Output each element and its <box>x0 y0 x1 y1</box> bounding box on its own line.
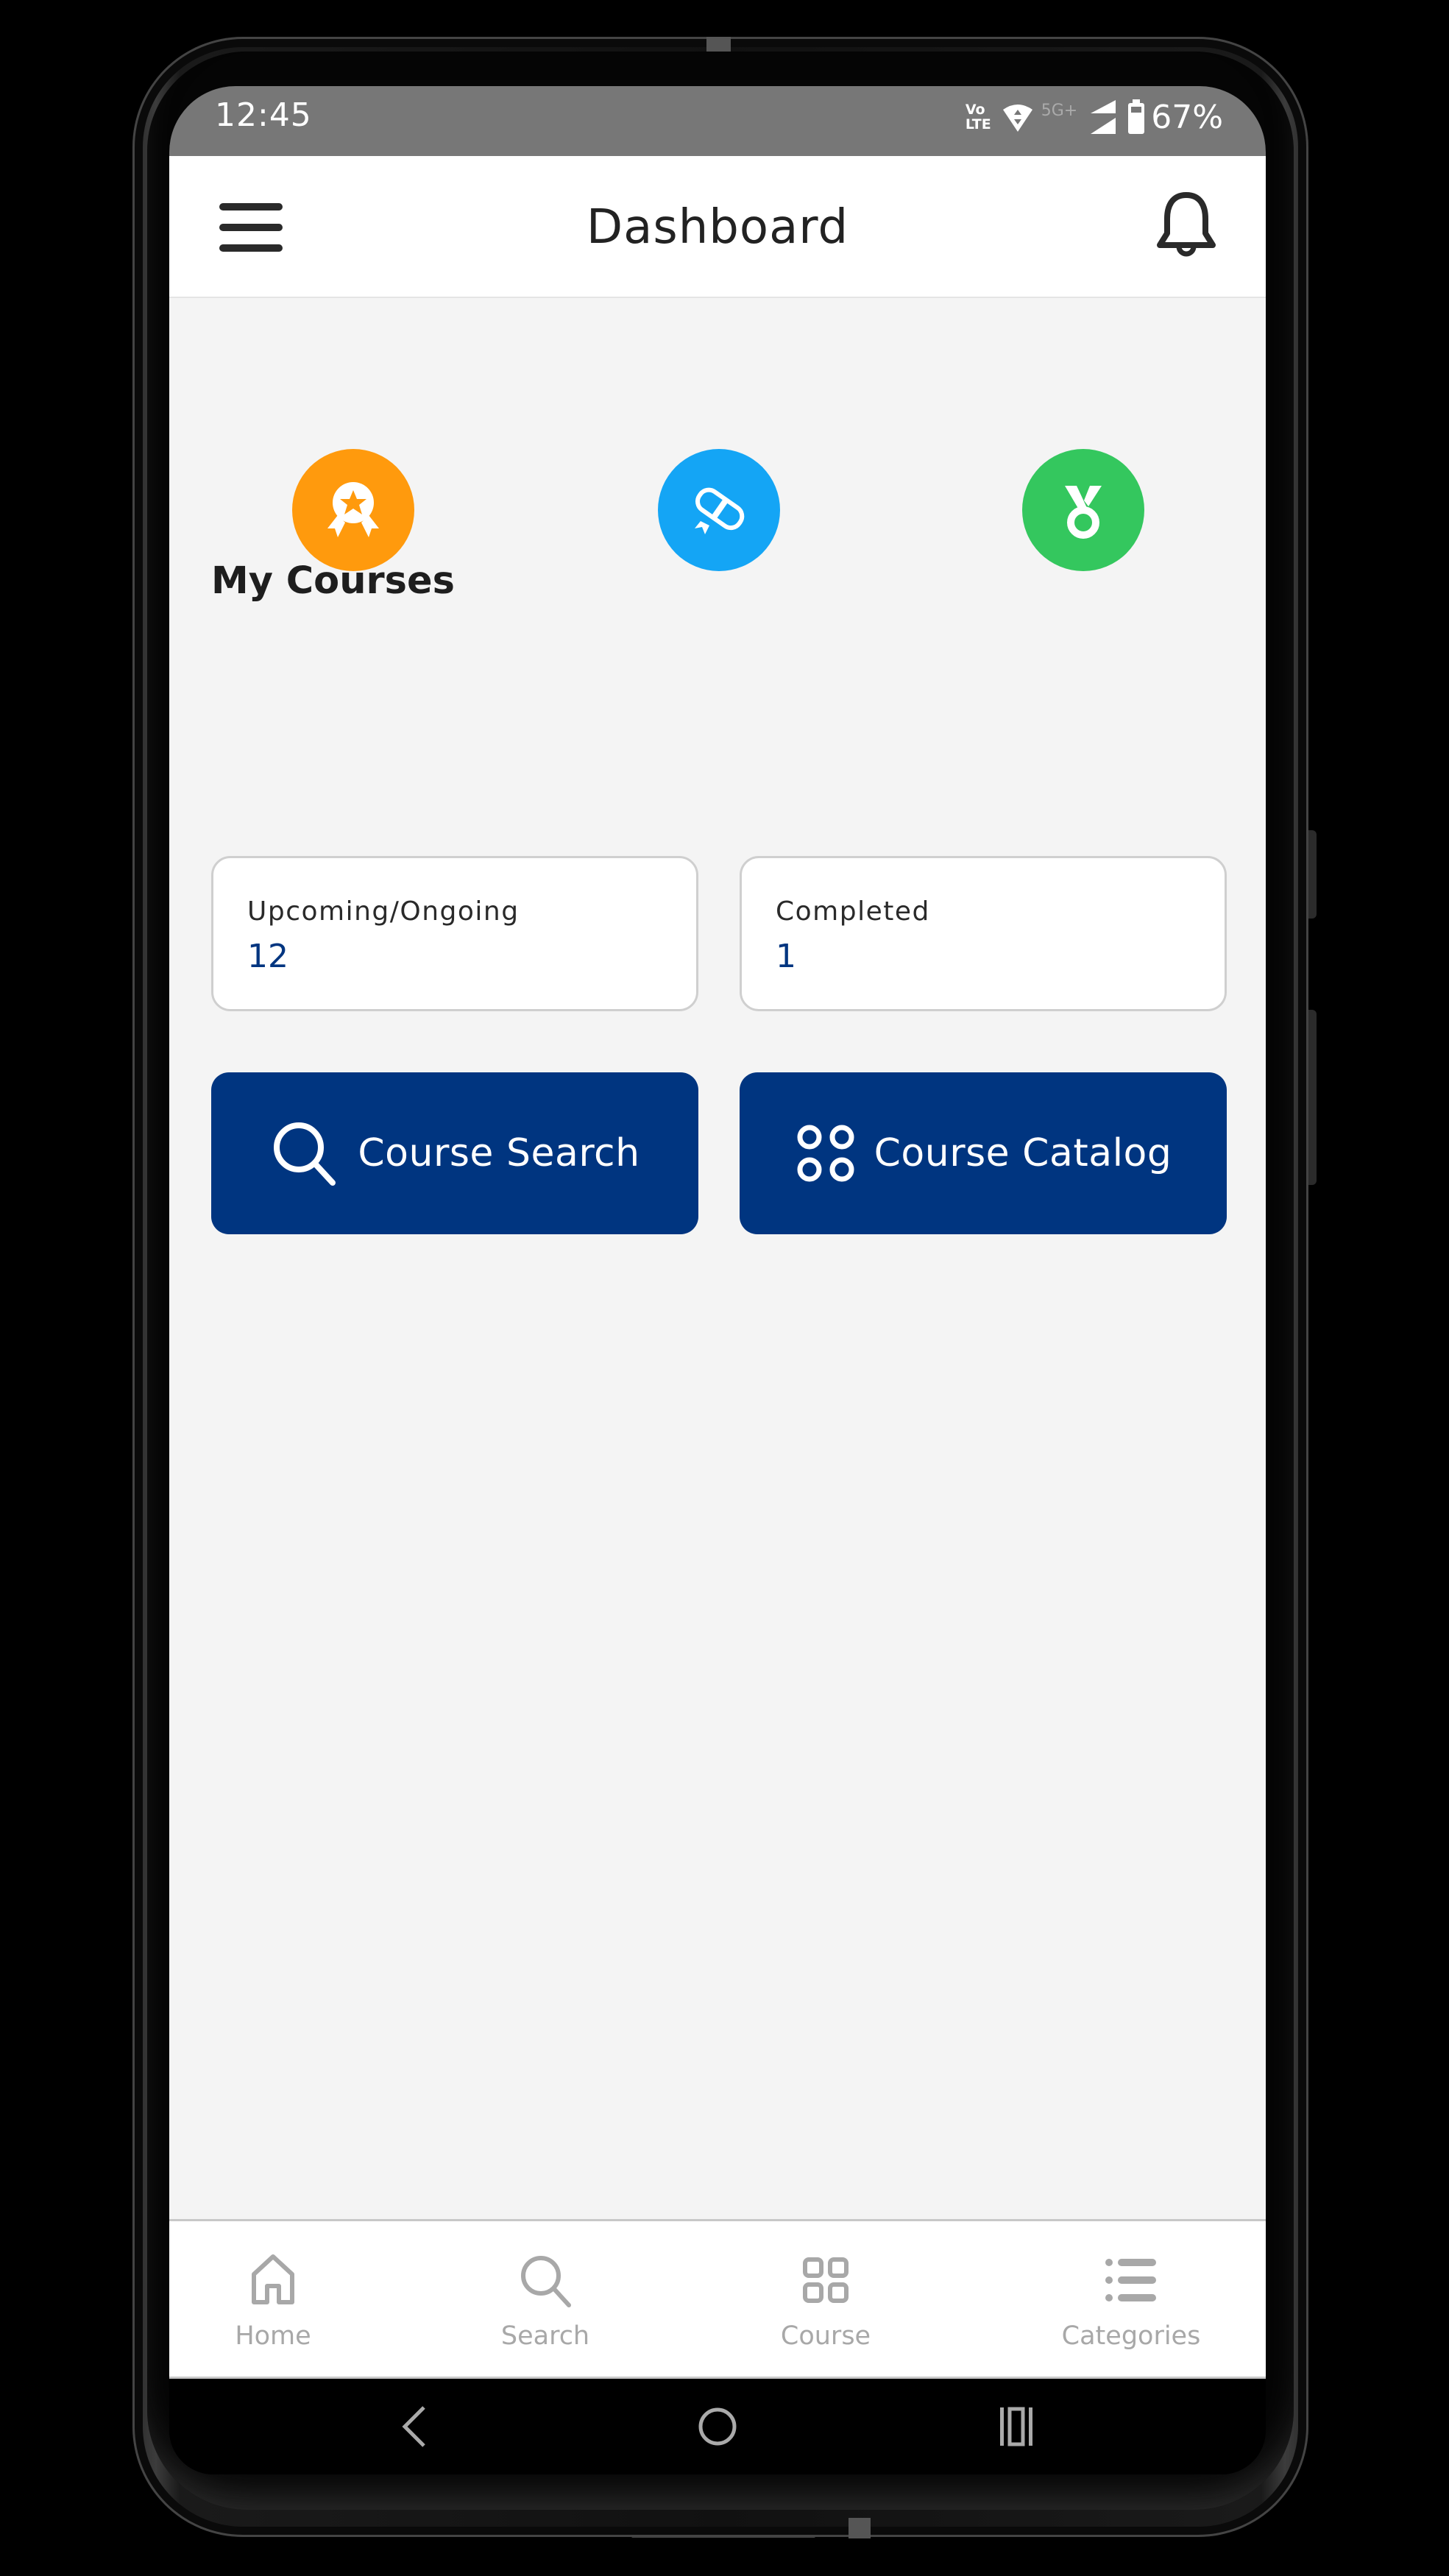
award-badge[interactable] <box>292 449 414 571</box>
stat-label: Upcoming/Ongoing <box>247 896 520 927</box>
network-type: 5G+ <box>1041 101 1078 120</box>
recents-icon <box>1000 2407 1032 2446</box>
medal-badge[interactable] <box>1022 449 1144 571</box>
volte-label-bottom: LTE <box>965 116 991 132</box>
bell-icon <box>1157 192 1216 257</box>
system-home-button[interactable] <box>681 2401 754 2452</box>
system-recents-button[interactable] <box>981 2401 1055 2452</box>
battery-icon <box>1128 99 1145 134</box>
nav-label: Search <box>500 2321 590 2351</box>
signal-icon <box>1091 100 1116 134</box>
phone-volume-button <box>1308 830 1317 919</box>
battery-percent: 67% <box>1151 98 1223 136</box>
search-icon <box>521 2256 571 2307</box>
grid-icon <box>803 2257 849 2303</box>
upcoming-ongoing-card[interactable]: Upcoming/Ongoing 12 <box>211 856 698 1011</box>
home-circle-icon <box>698 2407 737 2446</box>
wifi-icon <box>1002 105 1032 132</box>
system-navigation-bar <box>169 2379 1266 2474</box>
course-catalog-label: Course Catalog <box>874 1131 1172 1175</box>
bottom-navigation: Home Search Course Categories <box>169 2219 1266 2379</box>
phone-bottom-port <box>849 2518 871 2538</box>
system-back-button[interactable] <box>377 2401 450 2452</box>
notification-button[interactable] <box>1151 189 1222 263</box>
phone-top-sensor <box>706 37 731 52</box>
stat-value: 1 <box>776 938 796 975</box>
nav-label: Categories <box>1061 2321 1201 2351</box>
catalog-grid-icon <box>797 1125 854 1182</box>
list-icon <box>1105 2259 1156 2301</box>
award-ribbon-icon <box>327 482 379 537</box>
my-courses-heading: My Courses <box>211 559 455 603</box>
phone-bottom-speaker <box>631 2535 815 2538</box>
nav-item-categories[interactable]: Categories <box>1035 2251 1227 2351</box>
phone-screen: 12:45 Vo LTE 5G+ 67% Dashboard My Course… <box>169 86 1266 2474</box>
search-icon <box>274 1122 336 1186</box>
course-search-label: Course Search <box>358 1131 640 1175</box>
dashboard-content: My Courses Upcoming/Ongoing 12 Completed… <box>169 298 1266 2219</box>
stat-value: 12 <box>247 938 288 975</box>
status-time: 12:45 <box>215 96 312 134</box>
status-icons: Vo LTE 5G+ 67% <box>966 95 1223 139</box>
course-catalog-button[interactable]: Course Catalog <box>740 1072 1227 1234</box>
medal-icon <box>1065 486 1102 539</box>
status-bar: 12:45 Vo LTE 5G+ 67% <box>169 86 1266 156</box>
page-title: Dashboard <box>586 200 849 255</box>
nav-label: Home <box>235 2321 311 2351</box>
phone-power-button <box>1308 1010 1317 1185</box>
diploma-scroll-icon <box>695 487 745 534</box>
certificate-badge[interactable] <box>658 449 780 571</box>
volte-label-top: Vo <box>965 102 985 118</box>
completed-card[interactable]: Completed 1 <box>740 856 1227 1011</box>
volte-icon: Vo LTE <box>966 102 991 132</box>
stat-label: Completed <box>776 896 930 927</box>
app-header: Dashboard <box>169 156 1266 298</box>
home-icon <box>252 2254 294 2304</box>
back-icon <box>402 2406 425 2447</box>
nav-item-home[interactable]: Home <box>177 2251 369 2351</box>
nav-item-search[interactable]: Search <box>450 2251 641 2351</box>
nav-label: Course <box>780 2321 871 2351</box>
nav-item-course[interactable]: Course <box>730 2251 921 2351</box>
course-search-button[interactable]: Course Search <box>211 1072 698 1234</box>
